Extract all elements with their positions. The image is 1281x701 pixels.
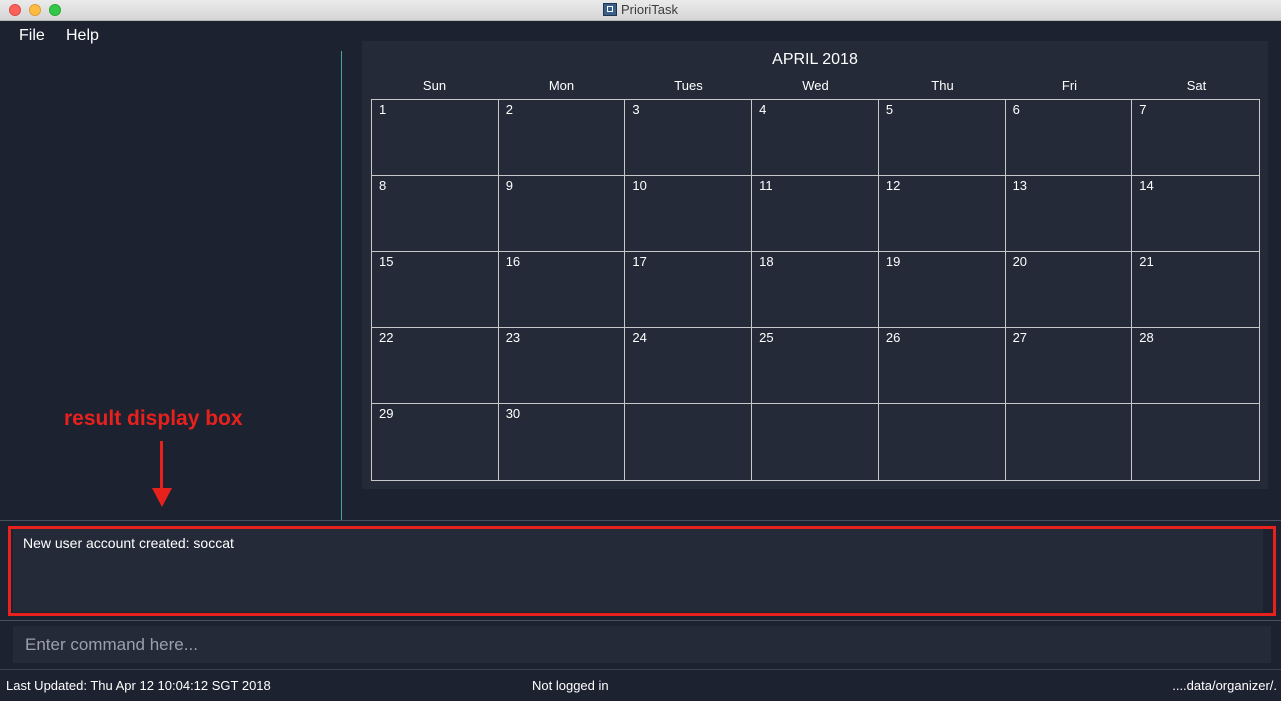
calendar-date-cell[interactable]: 21 [1132,252,1259,328]
calendar-date-cell[interactable]: 11 [752,176,879,252]
calendar-date-cell[interactable]: 16 [498,252,626,328]
calendar-date-cell[interactable]: 27 [1005,328,1133,404]
calendar-date-cell[interactable]: 15 [372,252,499,328]
task-list-panel [2,51,341,520]
calendar-date-cell[interactable]: 4 [752,100,879,176]
calendar-day-header: Mon [548,78,575,93]
calendar-date-cell[interactable] [752,404,879,480]
window-title-group: PrioriTask [0,2,1281,17]
calendar-day-header: Sun [422,78,447,93]
annotation-arrow [160,441,163,493]
calendar-date-cell[interactable]: 7 [1132,100,1259,176]
calendar-date-cell[interactable]: 10 [625,176,753,252]
calendar-day-header: Thu [931,78,954,93]
calendar-day-header: Sat [1186,78,1207,93]
calendar-date-cell[interactable]: 23 [498,328,626,404]
calendar-date-cell[interactable]: 6 [1005,100,1133,176]
calendar-date-cell[interactable] [1132,404,1259,480]
separator [0,620,1281,621]
calendar-day-header: Fri [1061,78,1078,93]
calendar-day-headers: Sun Mon Tues Wed Thu Fri Sat [371,78,1260,96]
calendar-date-cell[interactable]: 24 [625,328,753,404]
window-title: PrioriTask [620,2,679,17]
status-last-updated: Last Updated: Thu Apr 12 10:04:12 SGT 20… [6,678,271,693]
calendar: APRIL 2018 Sun Mon Tues Wed Thu Fri Sat 123456… [362,41,1268,489]
calendar-date-cell[interactable]: 1 [372,100,499,176]
calendar-date-cell[interactable]: 12 [878,176,1006,252]
calendar-date-cell[interactable] [625,404,753,480]
calendar-date-cell[interactable] [1006,404,1133,480]
status-save-path: ....data/organizer/. [1172,678,1277,693]
menu-help[interactable]: Help [66,27,99,45]
result-display-highlight [8,526,1276,616]
calendar-date-cell[interactable]: 26 [878,328,1006,404]
menu-file[interactable]: File [19,27,45,45]
calendar-date-cell[interactable]: 9 [498,176,626,252]
calendar-date-cell[interactable]: 29 [372,404,499,480]
calendar-date-cell[interactable]: 28 [1132,328,1259,404]
calendar-date-cell[interactable]: 19 [878,252,1006,328]
calendar-date-cell[interactable] [879,404,1006,480]
calendar-date-cell[interactable]: 8 [372,176,499,252]
window-titlebar: PrioriTask [0,0,1281,21]
calendar-date-cell[interactable]: 2 [498,100,626,176]
calendar-grid: 1 2 3 4 5 6 7 8 9 10 11 12 13 14 15 16 17 18 19 20 21 22 23 24 2… [371,99,1260,481]
calendar-day-header: Tues [674,78,703,93]
calendar-date-cell[interactable]: 17 [625,252,753,328]
calendar-date-cell[interactable]: 18 [752,252,879,328]
calendar-date-cell[interactable]: 3 [625,100,753,176]
calendar-month-title: APRIL 2018 [772,51,858,68]
annotation-label: result display box [64,407,243,430]
command-box [2,622,1279,667]
calendar-date-cell[interactable]: 5 [878,100,1006,176]
status-bar: Last Updated: Thu Apr 12 10:04:12 SGT 20… [0,669,1281,701]
app-icon [602,3,617,16]
calendar-day-header: Wed [802,78,829,93]
calendar-date-cell[interactable]: 22 [372,328,499,404]
status-login: Not logged in [532,678,609,693]
arrow-down-icon [152,488,172,507]
calendar-date-cell[interactable]: 25 [752,328,879,404]
separator [0,520,1281,521]
calendar-date-cell[interactable]: 30 [499,404,626,480]
command-input[interactable] [13,626,1271,663]
calendar-date-cell[interactable]: 14 [1132,176,1259,252]
calendar-date-cell[interactable]: 13 [1005,176,1133,252]
calendar-date-cell[interactable]: 20 [1005,252,1133,328]
